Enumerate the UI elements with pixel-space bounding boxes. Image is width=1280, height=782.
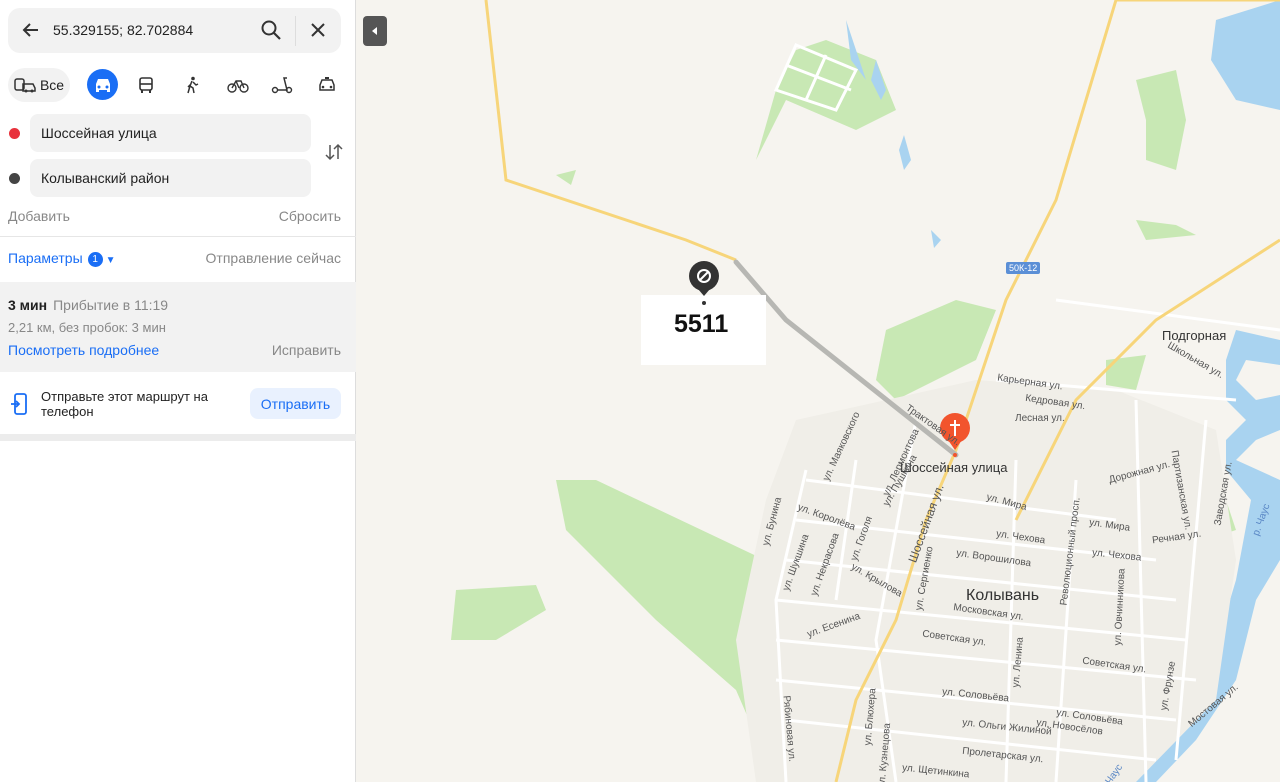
route-fix-link[interactable]: Исправить <box>272 342 341 358</box>
route-summary: 3 мин Прибытие в 11:19 <box>8 297 168 313</box>
route-point-actions: Добавить Сбросить <box>8 208 341 224</box>
route-duration: 3 мин <box>8 297 48 313</box>
taxi-icon <box>319 77 335 91</box>
send-to-phone-text: Отправьте этот маршрут на телефон <box>41 389 208 419</box>
mode-car-button[interactable] <box>87 69 118 100</box>
mode-taxi-button[interactable] <box>314 68 340 102</box>
route-more-link[interactable]: Посмотреть подробнее <box>8 342 159 358</box>
route-card[interactable]: 3 мин Прибытие в 11:19 2,21 км, без пробо… <box>0 282 356 372</box>
route-details: 2,21 км, без пробок: 3 мин <box>8 320 166 335</box>
departure-time-button[interactable]: Отправление сейчас <box>206 250 341 266</box>
end-point-icon <box>9 173 20 184</box>
route-panel: 55.329155; 82.702884 Все Шоссейная улица… <box>0 0 356 782</box>
mode-walk-button[interactable] <box>180 68 204 102</box>
divider <box>295 16 296 46</box>
search-bar[interactable]: 55.329155; 82.702884 <box>8 8 341 53</box>
walk-icon <box>187 76 199 94</box>
bus-icon <box>139 77 153 93</box>
params-button[interactable]: Параметры <box>8 250 83 266</box>
car-icon <box>95 78 110 92</box>
back-arrow-icon[interactable] <box>20 19 42 41</box>
send-to-phone: Отправьте этот маршрут на телефон Отправ… <box>0 374 356 434</box>
mode-all-label: Все <box>39 77 65 93</box>
street-label: Лесная ул. <box>1015 413 1065 424</box>
overlay-number: 5511 <box>674 310 729 338</box>
phone-send-icon <box>11 393 27 415</box>
divider <box>0 434 356 441</box>
params-row: Параметры 1 ▼ Отправление сейчас <box>8 250 341 267</box>
map-canvas[interactable]: 50К-12 5511 Шоссейная улица Колывань Под… <box>356 0 1280 782</box>
scooter-icon <box>271 77 293 94</box>
chevron-left-icon <box>372 27 377 35</box>
all-transport-icon <box>14 78 36 93</box>
from-field[interactable]: Шоссейная улица <box>30 114 311 152</box>
params-count-badge: 1 <box>87 252 103 267</box>
search-query[interactable]: 55.329155; 82.702884 <box>53 22 193 38</box>
close-icon[interactable] <box>307 19 329 41</box>
mode-all-button[interactable]: Все <box>8 68 70 102</box>
route-arrival: Прибытие в 11:19 <box>53 297 169 313</box>
road-number-badge: 50К-12 <box>1006 262 1041 274</box>
chevron-down-icon[interactable]: ▼ <box>106 255 116 266</box>
mode-scooter-button[interactable] <box>270 68 294 102</box>
transport-modes: Все <box>8 68 341 102</box>
to-field[interactable]: Колыванский район <box>30 159 311 197</box>
route-point-from: Шоссейная улица <box>0 114 356 152</box>
bicycle-icon <box>227 80 249 93</box>
send-button[interactable]: Отправить <box>250 388 341 419</box>
mode-bus-button[interactable] <box>134 68 158 102</box>
mode-bike-button[interactable] <box>224 68 252 102</box>
start-point-icon <box>9 128 20 139</box>
swap-points-icon[interactable] <box>323 141 345 163</box>
add-point-link[interactable]: Добавить <box>8 208 70 224</box>
collapse-panel-button[interactable] <box>363 16 387 46</box>
divider <box>0 236 356 237</box>
route-point-to: Колыванский район <box>0 159 356 197</box>
search-icon[interactable] <box>259 18 283 42</box>
town-label: Колывань <box>966 587 1040 604</box>
reset-link[interactable]: Сбросить <box>279 208 341 224</box>
